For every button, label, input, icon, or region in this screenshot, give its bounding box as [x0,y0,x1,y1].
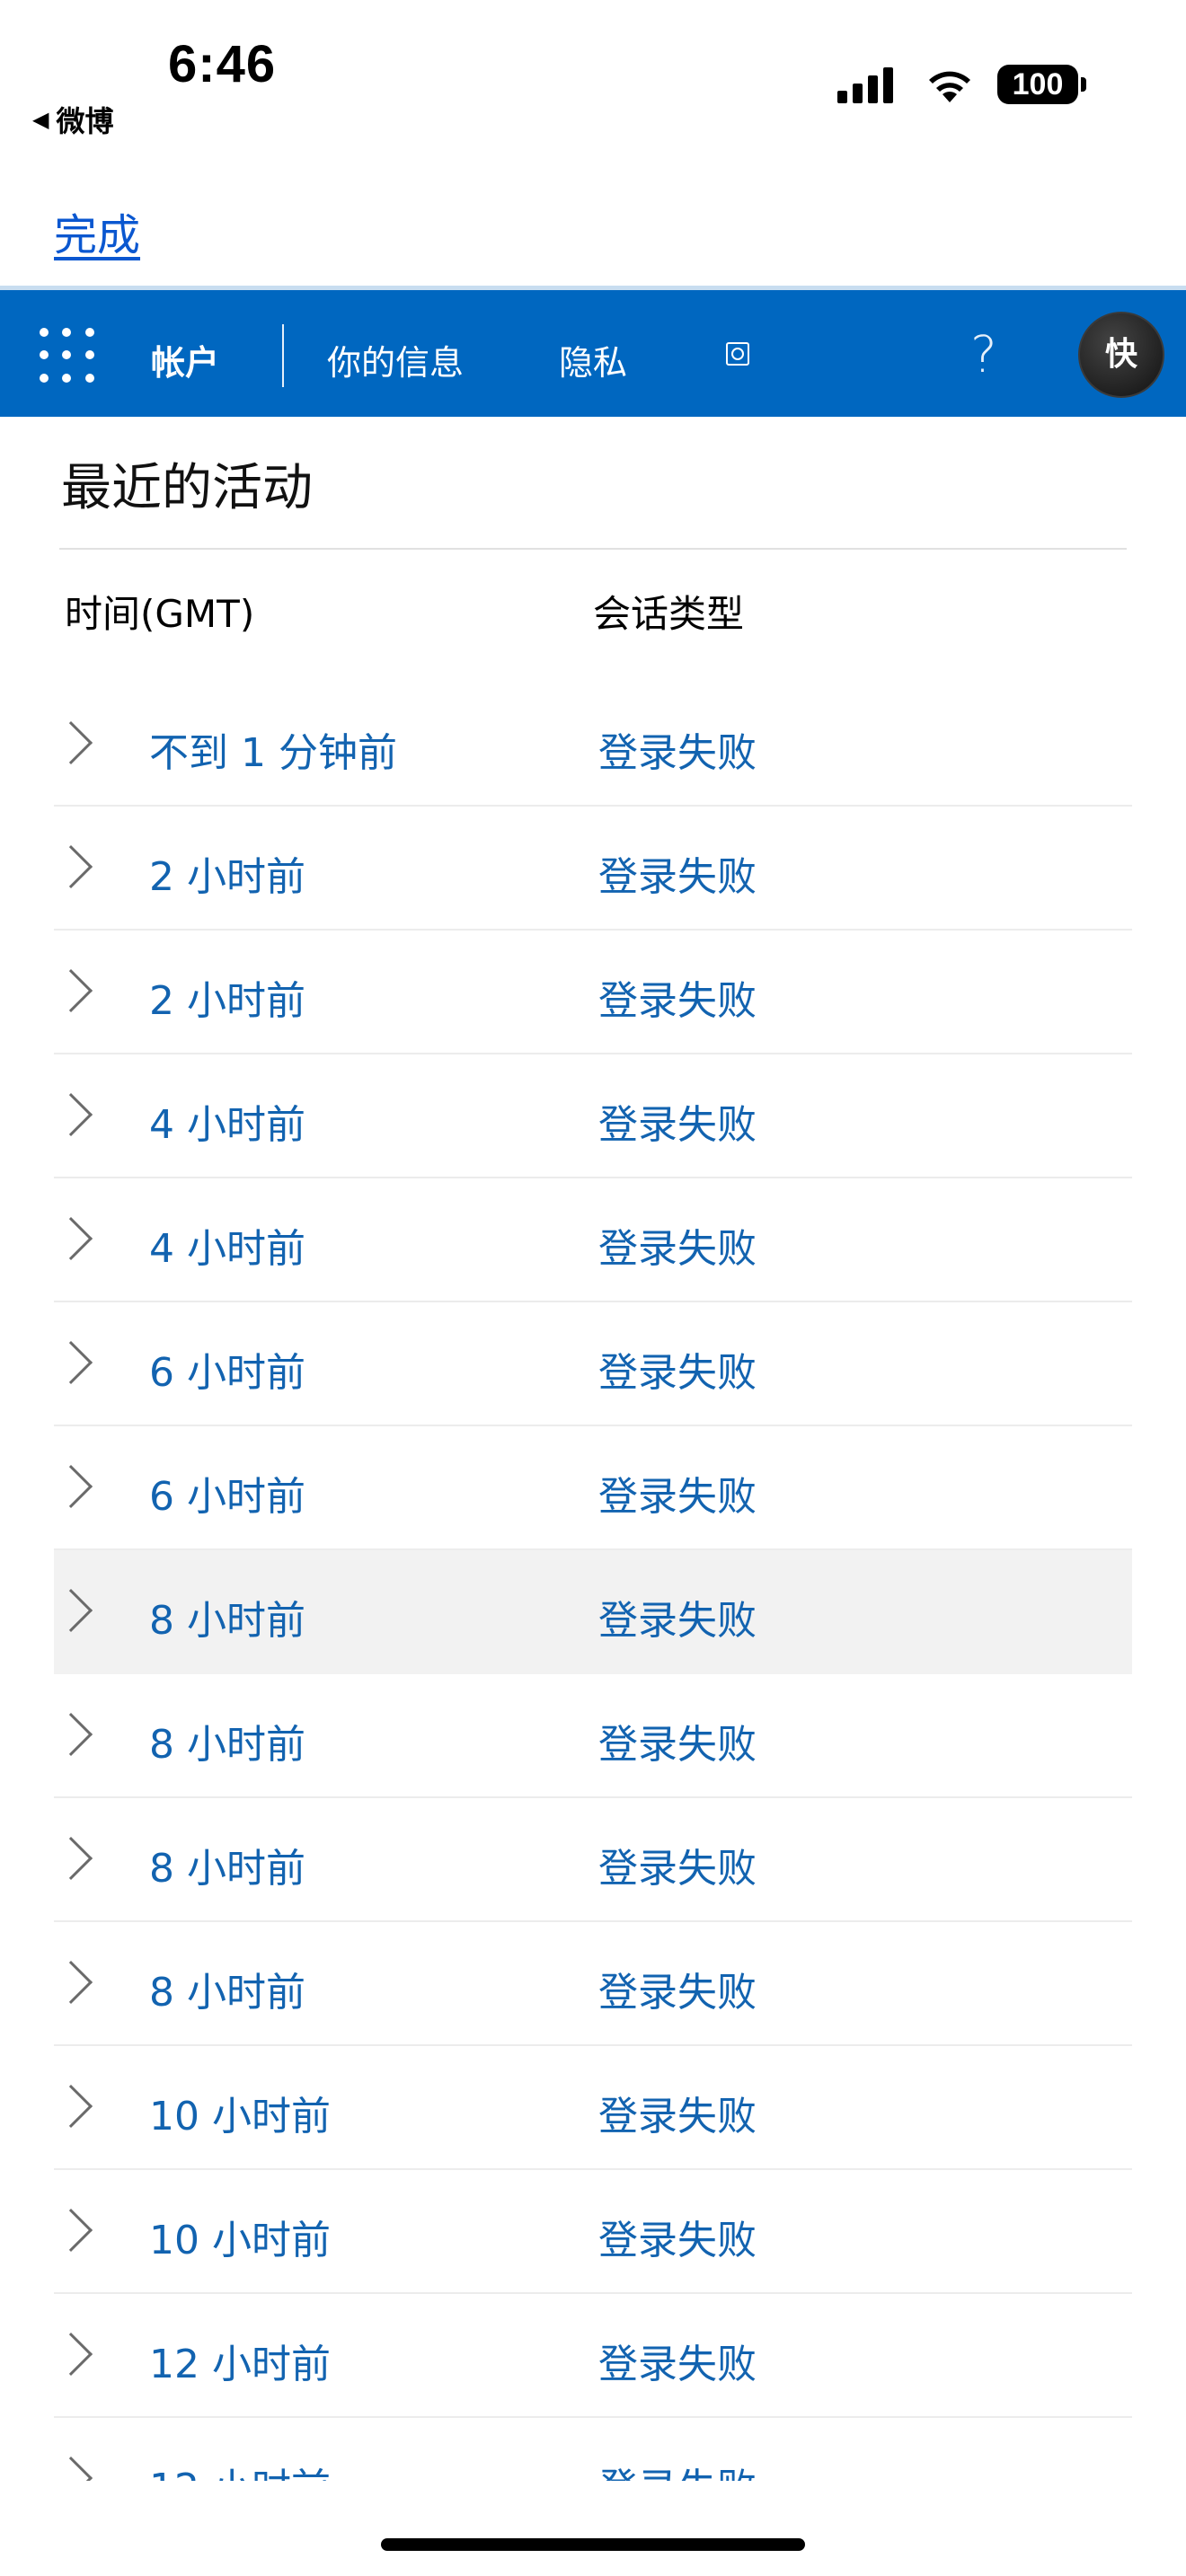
row-session-type[interactable]: 登录失败 [598,968,757,1026]
row-time[interactable]: 2 小时前 [149,968,305,1026]
row-session-type[interactable]: 登录失败 [598,2208,757,2265]
account-top-nav: 帐户 你的信息 隐私 ? 快 [0,286,1186,417]
help-icon[interactable]: ? [970,326,997,384]
column-header-session-type: 会话类型 [593,592,745,636]
chevron-right-icon[interactable] [49,1216,93,1261]
table-row-highlighted[interactable]: 8 小时前 登录失败 [49,1550,1132,1674]
activity-list: 不到 1 分钟前 登录失败 2 小时前 登录失败 2 小时前 登录失败 4 小时… [49,683,1132,2542]
row-session-type[interactable]: 登录失败 [598,844,757,902]
row-session-type[interactable]: 登录失败 [598,1836,757,1893]
battery-icon: 100 [997,65,1086,104]
row-time[interactable]: 8 小时前 [149,1712,305,1769]
row-time[interactable]: 2 小时前 [149,844,305,902]
chevron-right-icon[interactable] [49,2332,93,2377]
row-time[interactable]: 12 小时前 [149,2332,331,2389]
status-time: 6:46 [168,35,277,93]
table-row[interactable]: 2 小时前 登录失败 [49,931,1132,1054]
column-header-time: 时间(GMT) [65,592,255,636]
table-row[interactable]: 10 小时前 登录失败 [49,2170,1132,2294]
table-row[interactable]: 8 小时前 登录失败 [49,1922,1132,2046]
table-row[interactable]: 8 小时前 登录失败 [49,1674,1132,1798]
row-time[interactable]: 不到 1 分钟前 [149,720,397,778]
done-button[interactable]: 完成 [54,199,140,262]
wifi-icon [929,71,970,102]
table-row[interactable]: 4 小时前 登录失败 [49,1054,1132,1178]
row-session-type[interactable]: 登录失败 [598,2084,757,2141]
row-time[interactable]: 8 小时前 [149,1960,305,2017]
chevron-right-icon[interactable] [49,968,93,1013]
chevron-right-icon[interactable] [49,1960,93,2005]
page-title: 最近的活动 [61,459,313,517]
row-time[interactable]: 4 小时前 [149,1216,305,1274]
chevron-right-icon[interactable] [49,2084,93,2129]
table-row[interactable]: 4 小时前 登录失败 [49,1178,1132,1302]
nav-brand-account[interactable]: 帐户 [151,335,219,384]
row-time[interactable]: 10 小时前 [149,2208,331,2265]
row-time[interactable]: 6 小时前 [149,1464,305,1522]
table-row[interactable]: 不到 1 分钟前 登录失败 [49,683,1132,807]
table-row[interactable]: 12 小时前 登录失败 [49,2294,1132,2418]
row-time[interactable]: 10 小时前 [149,2084,331,2141]
chevron-right-icon[interactable] [49,1092,93,1137]
tab-your-info[interactable]: 你的信息 [327,335,464,384]
app-launcher-icon[interactable] [40,328,95,384]
home-indicator[interactable] [381,2538,805,2551]
back-app-label: 微博 [56,104,114,138]
status-bar: 6:46 ◀ 微博 100 [0,0,1186,138]
row-session-type[interactable]: 登录失败 [598,1464,757,1522]
nav-overflow-icon[interactable] [726,342,749,366]
row-session-type[interactable]: 登录失败 [598,1216,757,1274]
row-time[interactable]: 4 小时前 [149,1092,305,1150]
chevron-right-icon[interactable] [49,720,93,765]
back-to-app-button[interactable]: ◀ 微博 [32,99,113,140]
chevron-right-icon[interactable] [49,1464,93,1509]
table-row[interactable]: 6 小时前 登录失败 [49,1426,1132,1550]
row-time[interactable]: 6 小时前 [149,1340,305,1398]
cellular-signal-icon [837,66,898,103]
row-session-type[interactable]: 登录失败 [598,1960,757,2017]
avatar[interactable]: 快 [1078,312,1164,398]
table-row[interactable]: 8 小时前 登录失败 [49,1798,1132,1922]
table-row[interactable]: 2 小时前 登录失败 [49,807,1132,931]
table-row[interactable]: 6 小时前 登录失败 [49,1302,1132,1426]
chevron-right-icon[interactable] [49,1588,93,1633]
title-divider [59,548,1127,550]
back-triangle-icon: ◀ [32,107,49,132]
bottom-safe-area [0,2481,1186,2576]
row-time[interactable]: 8 小时前 [149,1836,305,1893]
chevron-right-icon[interactable] [49,1836,93,1881]
chevron-right-icon[interactable] [49,2208,93,2253]
row-session-type[interactable]: 登录失败 [598,1340,757,1398]
tab-privacy[interactable]: 隐私 [559,335,627,384]
nav-divider [282,324,284,387]
chevron-right-icon[interactable] [49,1712,93,1757]
row-session-type[interactable]: 登录失败 [598,1712,757,1769]
row-session-type[interactable]: 登录失败 [598,1092,757,1150]
row-time[interactable]: 8 小时前 [149,1588,305,1645]
row-session-type[interactable]: 登录失败 [598,2332,757,2389]
row-session-type[interactable]: 登录失败 [598,1588,757,1645]
status-indicators: 100 [837,65,1086,104]
chevron-right-icon[interactable] [49,844,93,889]
chevron-right-icon[interactable] [49,1340,93,1385]
row-session-type[interactable]: 登录失败 [598,720,757,778]
table-row[interactable]: 10 小时前 登录失败 [49,2046,1132,2170]
